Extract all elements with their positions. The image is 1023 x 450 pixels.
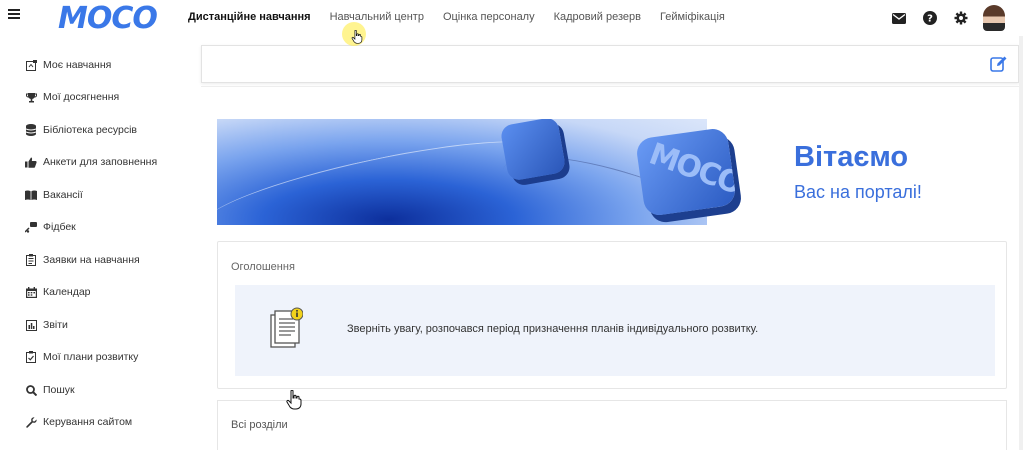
wrench-icon [25,416,37,428]
banner-cube [499,119,567,182]
sidebar-item-vacancies[interactable]: Вакансії [25,189,83,201]
help-icon[interactable]: ? [922,10,938,26]
feedback-icon [25,221,37,233]
top-bar: MOCO Дистанційне навчання Навчальний цен… [0,0,1023,36]
sidebar-item-site-management[interactable]: Керування сайтом [25,416,132,428]
request-icon [25,254,37,266]
divider [201,86,1019,87]
announcements-title: Оголошення [231,261,295,273]
sidebar-item-label: Пошук [43,384,75,396]
top-nav-item-distance-learning[interactable]: Дистанційне навчання [188,11,311,23]
sidebar-item-label: Моє навчання [43,59,112,71]
welcome-subtitle: Вас на порталі! [794,182,922,202]
sections-title: Всі розділи [231,419,288,431]
sidebar-item-label: Бібліотека ресурсів [43,124,138,136]
envelope-icon[interactable] [891,10,907,26]
menu-icon[interactable] [8,9,20,21]
sidebar-item-label: Фідбек [43,221,76,233]
sidebar-item-label: Анкети для заповнення [43,156,158,168]
hand-cursor-icon [351,29,367,50]
sidebar-item-label: Календар [43,286,91,298]
search-icon [25,384,37,396]
logo[interactable]: MOCO [58,1,158,36]
sidebar-item-my-achievements[interactable]: Мої досягнення [25,91,119,103]
sidebar-item-label: Мої досягнення [43,91,120,103]
database-icon [25,124,37,136]
cube-text: MOCO [644,136,737,202]
sidebar-item-development-plans[interactable]: Мої плани розвитку [25,351,138,363]
reports-icon [25,319,37,331]
announcement-text: Зверніть увагу, розпочався період призна… [347,323,759,335]
user-avatar[interactable] [983,5,1005,31]
svg-text:?: ? [927,14,933,25]
document-info-icon [269,307,304,351]
calendar-icon [25,286,37,298]
sidebar-item-resource-library[interactable]: Бібліотека ресурсів [25,124,137,136]
top-nav-item-staff-assessment[interactable]: Оцінка персоналу [443,11,535,23]
sidebar-item-search[interactable]: Пошук [25,384,75,396]
welcome-title: Вітаємо [794,141,909,173]
sidebar-item-label: Мої плани розвитку [43,351,139,363]
hand-cursor-icon [286,389,302,410]
sidebar-item-training-requests[interactable]: Заявки на навчання [25,254,140,266]
thumbs-up-icon [25,156,37,168]
sidebar-item-label: Вакансії [43,189,83,201]
sidebar-item-label: Керування сайтом [43,416,133,428]
sidebar-item-my-learning[interactable]: Моє навчання [25,59,111,71]
book-icon [25,189,37,201]
top-nav: Дистанційне навчання Навчальний центр Оц… [188,11,744,23]
sidebar-item-reports[interactable]: Звіти [25,319,68,331]
gear-icon[interactable] [953,10,969,26]
sidebar-item-surveys[interactable]: Анкети для заповнення [25,156,157,168]
top-icons: ? [876,5,1005,31]
sidebar-item-calendar[interactable]: Календар [25,286,91,298]
top-nav-item-training-center[interactable]: Навчальний центр [330,11,424,23]
moco-cube-logo: MOCO [635,126,737,218]
plan-icon [25,351,37,363]
edit-icon[interactable] [990,55,1008,73]
sidebar-item-label: Заявки на навчання [43,254,140,266]
welcome-banner-image [217,119,707,225]
sections-panel: Всі розділи [217,400,1007,450]
trophy-icon [25,91,37,103]
announcement-card[interactable]: Зверніть увагу, розпочався період призна… [235,285,995,376]
scrollbar-track[interactable] [1019,36,1023,450]
content-toolbar [201,45,1019,83]
top-nav-item-talent-pool[interactable]: Кадровий резерв [554,11,641,23]
learning-icon [25,59,37,71]
top-nav-item-gamification[interactable]: Гейміфікація [660,11,725,23]
announcements-panel: Оголошення Зверніть увагу, розпочався пе… [217,241,1007,389]
sidebar-item-label: Звіти [43,319,68,331]
sidebar-item-feedback[interactable]: Фідбек [25,221,76,233]
